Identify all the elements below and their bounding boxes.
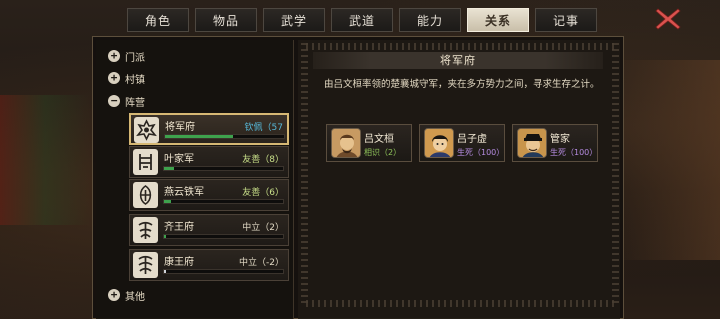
member-name: 吕子虚 <box>457 134 487 145</box>
standing-bar-fill <box>164 200 172 203</box>
faction-standing: 中立（-2） <box>239 258 284 268</box>
border-ornament-top <box>306 43 614 50</box>
portrait-icon <box>517 128 547 158</box>
expand-icon: + <box>108 72 120 84</box>
portrait-icon <box>424 128 454 158</box>
yejia-emblem-icon <box>133 149 158 175</box>
member-card[interactable]: 管家生死（100） <box>512 124 598 162</box>
faction-item[interactable]: 康王府 中立（-2） <box>129 249 289 281</box>
faction-standing: 钦佩（57 <box>244 123 283 133</box>
faction-item[interactable]: 燕云铁军 友善（6） <box>129 179 289 211</box>
tree-category-label: 村镇 <box>125 74 145 86</box>
faction-name: 将军府 <box>165 122 195 133</box>
standing-bar <box>163 199 284 204</box>
expand-icon: + <box>108 50 120 62</box>
faction-title: 将军府 <box>313 52 603 69</box>
border-ornament-right <box>612 43 619 307</box>
tab-martial-way[interactable]: 武道 <box>331 8 393 32</box>
tab-journal[interactable]: 记事 <box>535 8 597 32</box>
member-relation: 生死（100） <box>457 148 505 157</box>
standing-bar <box>163 269 284 274</box>
yanyun-emblem-icon <box>133 182 158 208</box>
standing-bar <box>163 234 284 239</box>
general-emblem-icon <box>134 117 159 143</box>
standing-bar-fill <box>165 135 233 138</box>
faction-name: 叶家军 <box>164 154 194 165</box>
portrait-icon <box>331 128 361 158</box>
faction-name: 燕云铁军 <box>164 187 204 198</box>
close-icon <box>655 8 681 30</box>
member-relation: 相识（2） <box>364 148 402 157</box>
faction-item[interactable]: 齐王府 中立（2） <box>129 214 289 246</box>
faction-description: 由吕文桓率领的楚襄城守军，夹在多方势力之间，寻求生存之计。 <box>324 79 600 90</box>
faction-standing: 中立（2） <box>242 223 284 233</box>
tree-category-other[interactable]: + 其他 <box>108 287 145 303</box>
tree-category-label: 其他 <box>125 291 145 303</box>
member-card[interactable]: 吕文桓相识（2） <box>326 124 412 162</box>
faction-item[interactable]: 叶家军 友善（8） <box>129 146 289 178</box>
qiwang-emblem-icon <box>133 217 158 243</box>
member-name: 管家 <box>550 134 570 145</box>
standing-bar-fill <box>164 235 167 238</box>
member-name: 吕文桓 <box>364 134 394 145</box>
tree-category-label: 门派 <box>125 52 145 64</box>
tab-relations[interactable]: 关系 <box>467 8 529 32</box>
faction-standing: 友善（8） <box>242 155 284 165</box>
background-right-scenery <box>610 60 720 260</box>
expand-icon: + <box>108 289 120 301</box>
collapse-icon: − <box>108 95 120 107</box>
background-left-scenery <box>0 95 90 225</box>
standing-bar <box>164 134 285 139</box>
kangwang-emblem-icon <box>133 252 158 278</box>
faction-name: 康王府 <box>164 257 194 268</box>
faction-standing: 友善（6） <box>242 188 284 198</box>
member-relation: 生死（100） <box>550 148 598 157</box>
standing-bar-fill <box>164 167 174 170</box>
tab-bar: 角色 物品 武学 武道 能力 关系 记事 <box>127 8 597 32</box>
tree-category-town[interactable]: + 村镇 <box>108 70 145 86</box>
faction-item[interactable]: 将军府 钦佩（57 <box>129 113 289 145</box>
tab-abilities[interactable]: 能力 <box>399 8 461 32</box>
tree-category-label: 阵营 <box>125 97 145 109</box>
border-ornament-bottom <box>306 300 614 307</box>
member-card[interactable]: 吕子虚生死（100） <box>419 124 505 162</box>
tree-category-sect[interactable]: + 门派 <box>108 48 145 64</box>
close-button[interactable] <box>654 6 682 32</box>
tab-martial-arts[interactable]: 武学 <box>263 8 325 32</box>
standing-bar <box>163 166 284 171</box>
standing-bar-fill <box>164 270 167 273</box>
faction-name: 齐王府 <box>164 222 194 233</box>
tab-character[interactable]: 角色 <box>127 8 189 32</box>
tree-category-camp[interactable]: − 阵营 <box>108 93 145 109</box>
border-ornament-left <box>301 43 308 307</box>
tab-items[interactable]: 物品 <box>195 8 257 32</box>
